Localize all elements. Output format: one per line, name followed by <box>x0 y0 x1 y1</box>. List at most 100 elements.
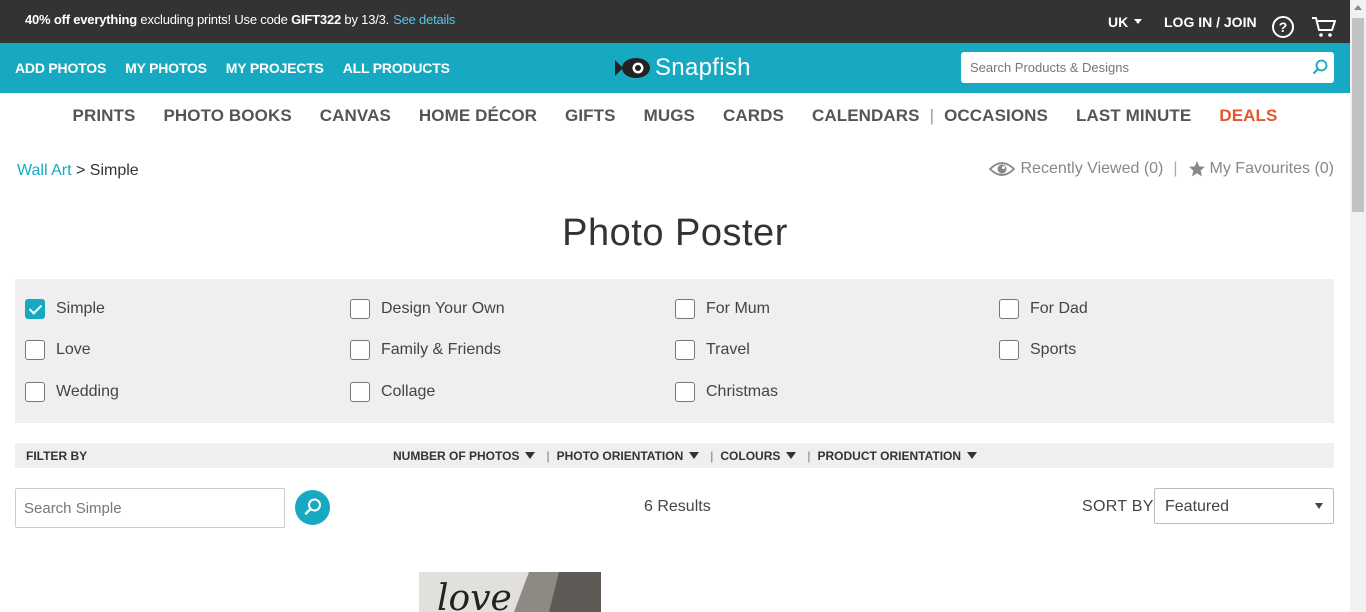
scroll-up-icon[interactable] <box>1354 5 1362 10</box>
filter-label: Design Your Own <box>381 300 505 317</box>
star-icon <box>1188 161 1205 177</box>
nav-last-minute[interactable]: LAST MINUTE <box>1076 106 1191 126</box>
filter-separator: | <box>710 448 714 463</box>
filter-label: Collage <box>381 383 436 400</box>
search-icon[interactable] <box>1312 59 1328 75</box>
logo-text: Snapfish <box>655 54 751 81</box>
all-products-link[interactable]: ALL PRODUCTS <box>343 60 450 76</box>
cart-icon[interactable] <box>1311 16 1337 38</box>
filter-travel[interactable]: Travel <box>675 340 750 360</box>
checkbox[interactable] <box>675 382 695 402</box>
filter-love[interactable]: Love <box>25 340 91 360</box>
snapfish-logo[interactable]: Snapfish <box>613 51 751 85</box>
nav-mugs[interactable]: MUGS <box>644 106 695 126</box>
colours-dropdown[interactable]: COLOURS <box>720 449 797 463</box>
search-button[interactable] <box>295 490 330 525</box>
filter-label: Sports <box>1030 341 1077 358</box>
sort-by-label: SORT BY <box>1082 498 1154 515</box>
dropdown-label: PHOTO ORIENTATION <box>556 448 684 463</box>
nav-prints[interactable]: PRINTS <box>73 106 136 126</box>
filter-by-label: FILTER BY <box>26 449 88 463</box>
checkbox[interactable] <box>999 299 1019 319</box>
nav-separator: | <box>929 105 935 125</box>
breadcrumb: Wall Art > Simple <box>17 162 139 180</box>
checkbox[interactable] <box>25 382 45 402</box>
breadcrumb-wall-art[interactable]: Wall Art <box>17 162 72 179</box>
product-orientation-dropdown[interactable]: PRODUCT ORIENTATION <box>818 449 978 463</box>
checkbox[interactable] <box>350 382 370 402</box>
filter-label: Travel <box>706 341 750 358</box>
product-search-input[interactable] <box>961 52 1291 83</box>
filter-sports[interactable]: Sports <box>999 340 1076 360</box>
sort-select[interactable]: Featured <box>1154 488 1334 524</box>
promo-bold: 40% off everything <box>25 12 137 27</box>
filter-for-dad[interactable]: For Dad <box>999 299 1088 319</box>
category-filter-panel: Simple Design Your Own For Mum For Dad L… <box>15 279 1334 423</box>
help-icon[interactable]: ? <box>1272 16 1294 38</box>
filter-label: Simple <box>56 300 105 317</box>
filter-by-bar: FILTER BY NUMBER OF PHOTOS | PHOTO ORIEN… <box>15 443 1334 468</box>
chevron-down-icon <box>1134 19 1143 24</box>
recent-favourites: Recently Viewed (0) | My Favourites (0) <box>989 160 1334 178</box>
checkbox[interactable] <box>25 340 45 360</box>
filter-for-mum[interactable]: For Mum <box>675 299 770 319</box>
my-photos-link[interactable]: MY PHOTOS <box>125 60 207 76</box>
search-icon <box>304 498 321 515</box>
chevron-down-icon <box>1315 503 1323 509</box>
filter-label: Family & Friends <box>381 341 502 358</box>
recently-viewed-link[interactable]: Recently Viewed (0) <box>1020 160 1163 178</box>
results-count: 6 Results <box>644 498 711 515</box>
nav-photo-books[interactable]: PHOTO BOOKS <box>163 106 291 126</box>
filter-collage[interactable]: Collage <box>350 382 435 402</box>
photo-orientation-dropdown[interactable]: PHOTO ORIENTATION <box>557 449 700 463</box>
my-favourites-link[interactable]: My Favourites (0) <box>1210 160 1334 178</box>
breadcrumb-current: Simple <box>89 162 139 179</box>
nav-gifts[interactable]: GIFTS <box>565 106 616 126</box>
filter-wedding[interactable]: Wedding <box>25 382 119 402</box>
number-of-photos-dropdown[interactable]: NUMBER OF PHOTOS <box>393 449 536 463</box>
caret-down-icon <box>689 452 700 459</box>
category-nav: PRINTS PHOTO BOOKS CANVAS HOME DÉCOR GIF… <box>0 93 1350 138</box>
filter-label: Wedding <box>56 383 119 400</box>
scrollbar-thumb[interactable] <box>1352 18 1364 212</box>
nav-canvas[interactable]: CANVAS <box>320 106 391 126</box>
nav-deals[interactable]: DEALS <box>1219 106 1277 126</box>
filter-separator: | <box>546 448 550 463</box>
nav-home-decor[interactable]: HOME DÉCOR <box>419 106 537 126</box>
eye-icon <box>989 162 1016 176</box>
filter-label: Love <box>56 341 91 358</box>
product-search <box>961 52 1334 83</box>
account-nav: ADD PHOTOS MY PHOTOS MY PROJECTS ALL PRO… <box>15 43 469 93</box>
filter-family-friends[interactable]: Family & Friends <box>350 340 501 360</box>
page-scrollbar[interactable] <box>1350 0 1366 612</box>
promo-bar: 40% off everything excluding prints! Use… <box>0 0 1350 43</box>
login-join-link[interactable]: LOG IN / JOIN <box>1164 0 1257 43</box>
promo-text-end: by 13/3. <box>341 12 390 27</box>
region-selector[interactable]: UK <box>1108 0 1143 43</box>
nav-occasions[interactable]: OCCASIONS <box>944 106 1048 126</box>
filter-christmas[interactable]: Christmas <box>675 382 778 402</box>
checkbox[interactable] <box>675 299 695 319</box>
checkbox[interactable] <box>350 299 370 319</box>
product-thumbnail[interactable]: love <box>419 572 601 612</box>
checkbox-checked[interactable] <box>25 299 45 319</box>
my-projects-link[interactable]: MY PROJECTS <box>226 60 324 76</box>
filter-design-your-own[interactable]: Design Your Own <box>350 299 505 319</box>
simple-search <box>15 488 285 528</box>
checkbox[interactable] <box>675 340 695 360</box>
page-title: Photo Poster <box>562 212 788 254</box>
filter-simple[interactable]: Simple <box>25 299 105 319</box>
filter-label: Christmas <box>706 383 779 400</box>
fish-logo-icon <box>615 58 650 78</box>
simple-search-input[interactable] <box>16 489 284 527</box>
add-photos-link[interactable]: ADD PHOTOS <box>15 60 106 76</box>
checkbox[interactable] <box>350 340 370 360</box>
checkbox[interactable] <box>999 340 1019 360</box>
caret-down-icon <box>786 452 797 459</box>
nav-cards[interactable]: CARDS <box>723 106 784 126</box>
sort-value: Featured <box>1165 498 1230 515</box>
see-details-link[interactable]: See details <box>393 12 455 27</box>
filter-separator: | <box>807 448 811 463</box>
nav-calendars[interactable]: CALENDARS <box>812 106 920 126</box>
promo-code: GIFT322 <box>291 12 342 27</box>
